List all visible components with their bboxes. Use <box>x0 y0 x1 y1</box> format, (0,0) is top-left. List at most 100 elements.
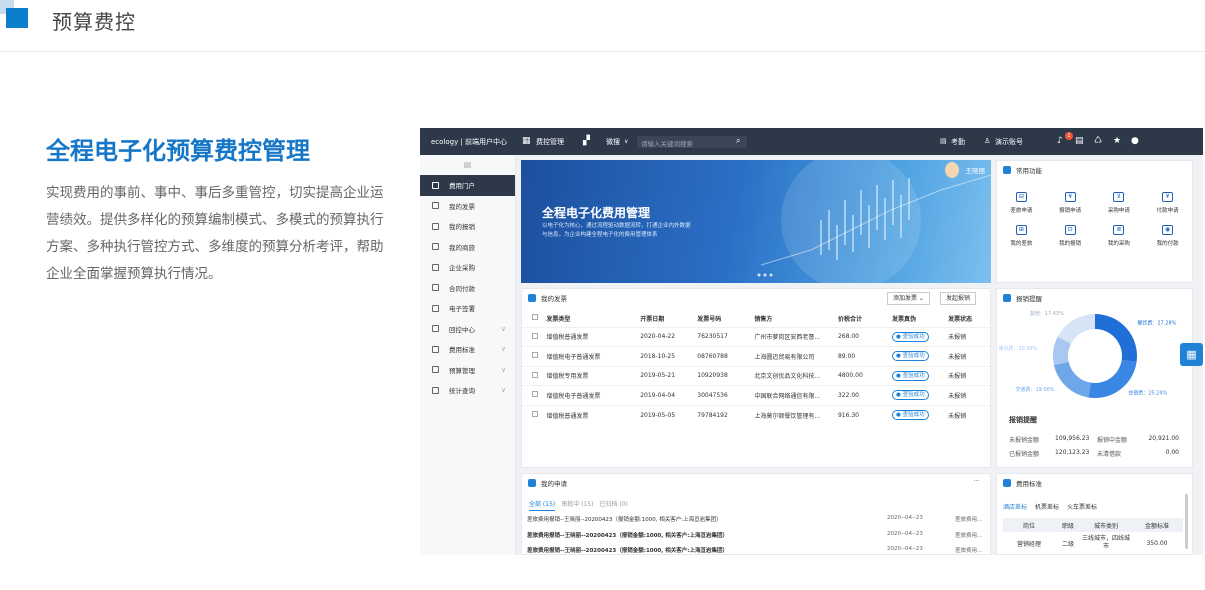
table-row[interactable]: 增值税电子普通发票 2019-04-04 30047536 中国联合网络通信有限...… <box>522 385 990 405</box>
tab[interactable]: 机票差标 <box>1035 504 1059 511</box>
add-invoice-button[interactable]: 添加发票 ⌄ <box>887 292 930 305</box>
status-badge: ● 查验成功 <box>892 351 929 362</box>
quick-function-item[interactable]: ¥ 报销申请 <box>1046 192 1095 214</box>
bell-icon[interactable]: ♪ <box>1057 136 1063 146</box>
sidebar-item[interactable]: 企业采购 <box>420 257 515 278</box>
card-title: 我的发票 <box>541 294 567 303</box>
table-cell: 268.00 <box>833 326 888 347</box>
doc-icon <box>432 181 439 189</box>
table-row[interactable]: 增值税普通发票 2020-04-22 76230517 广州市萝岗区安西老督... 26… <box>522 326 990 347</box>
menu-toggle-icon[interactable]: ▤ <box>420 155 515 175</box>
table-cell: 2019-05-05 <box>636 404 694 425</box>
tab[interactable]: 全部 (15) <box>529 501 556 511</box>
chevron-down-icon: ∨ <box>500 324 506 333</box>
tab[interactable]: 酒店差标 <box>1003 504 1027 511</box>
attendance-link[interactable]: 考勤 <box>951 137 965 147</box>
sidebar-item[interactable]: 统计查询 ∨ <box>420 380 515 401</box>
start-reimburse-button[interactable]: 发起报销 <box>940 292 977 305</box>
quick-function-item[interactable]: ◉ 我的付款 <box>1143 225 1192 247</box>
table-cell: 2019-05-21 <box>636 365 694 386</box>
status-badge: ● 查验成功 <box>892 410 929 420</box>
row-checkbox[interactable] <box>522 346 543 366</box>
sidebar-item[interactable]: 我的发票 <box>420 196 515 217</box>
sidebar-item[interactable]: 合同付款 <box>420 278 515 299</box>
quick-function-item[interactable]: ≣ 我的采购 <box>1095 225 1144 247</box>
list-item[interactable]: 差旅费用报销--王晓丽--20200423（报销金额:1000, 相关客户:上海… <box>527 531 987 539</box>
table-row[interactable]: 增值税电子普通发票 2018-10-25 08760788 上海圆迈贸易有限公司 89.… <box>522 346 990 366</box>
chevron-down-icon: ∨ <box>500 365 506 374</box>
column-header: 金额标准 <box>1130 518 1183 532</box>
purchase-icon: ≣ <box>1113 225 1125 235</box>
refresh-icon[interactable]: ♺ <box>1094 136 1102 146</box>
scrollbar[interactable] <box>1185 494 1188 549</box>
column-header: 发票真伪 <box>892 315 917 323</box>
quick-function-label: 采购申请 <box>1107 208 1130 214</box>
sidebar-item[interactable]: 电子签署 <box>420 298 515 319</box>
calendar-icon[interactable]: ▤ <box>940 137 947 145</box>
tab[interactable]: 火车票差标 <box>1067 504 1097 511</box>
application-status: 差旅费用... <box>955 532 983 539</box>
quick-function-label: 我的付款 <box>1156 241 1179 247</box>
module-switch-icon[interactable]: ▞ <box>583 136 590 146</box>
sidebar-item[interactable]: 我的报销 <box>420 216 515 237</box>
row-checkbox[interactable] <box>522 326 543 347</box>
donut-slice[interactable] <box>1057 314 1095 344</box>
tab[interactable]: 审批中 (15) <box>561 501 593 508</box>
list-item[interactable]: 差旅费用报销--王晓丽--20200423（报销金额:1000, 相关客户:上海… <box>527 515 987 523</box>
sidebar-item[interactable]: 预算管理 ∨ <box>420 360 515 381</box>
table-row[interactable]: 增值税专用发票 2019-05-21 10920938 北京文创优品文化科技... 48… <box>522 365 990 386</box>
search-input[interactable]: 请输入关键词搜索 <box>637 136 747 148</box>
sidebar-item[interactable]: 回控中心 ∨ <box>420 319 515 340</box>
quick-function-item[interactable]: ⊡ 我的报销 <box>1046 225 1095 247</box>
sidebar-item[interactable]: 费用门户 <box>420 175 515 196</box>
search-icon[interactable]: ⌕ <box>736 136 740 146</box>
sidebar-item[interactable]: 费用标准 ∨ <box>420 339 515 360</box>
stat-row: 已报销金额 120,123.23 未清借款 0.00 <box>1009 449 1179 458</box>
row-checkbox[interactable] <box>522 385 543 405</box>
brand[interactable]: ecology | 前端用户中心 <box>431 137 507 147</box>
donut-slice[interactable] <box>1095 314 1137 362</box>
chevron-down-icon[interactable]: ∨ <box>624 138 628 145</box>
section-header: 预算费控 <box>0 0 1205 52</box>
list-item[interactable]: 差旅费用报销--王晓丽--20200423（报销金额:1000, 相关客户:上海… <box>527 546 987 554</box>
table-cell: 广州市萝岗区安西老督... <box>750 326 834 347</box>
quick-function-item[interactable]: ⊻ 采购申请 <box>1095 192 1144 214</box>
row-checkbox[interactable] <box>522 404 543 425</box>
table-cell: 76230517 <box>693 326 751 347</box>
more-button[interactable]: ··· <box>973 477 980 485</box>
stat-label: 已报销金额 <box>1009 451 1040 458</box>
sidebar-item-label: 我的商旅 <box>449 243 475 252</box>
account-name[interactable]: 演示账号 <box>995 137 1023 147</box>
payment-icon: ¥ <box>1162 192 1174 202</box>
row-checkbox[interactable] <box>522 365 543 386</box>
message-icon[interactable]: ▤ <box>1075 136 1084 146</box>
select-all-checkbox[interactable] <box>522 310 542 327</box>
quick-function-item[interactable]: ⊟ 差旅申请 <box>997 192 1046 214</box>
sidebar-item-label: 电子签署 <box>449 305 475 314</box>
column-header: 职级 <box>1054 518 1081 532</box>
star-icon[interactable]: ★ <box>1113 136 1121 146</box>
table-row[interactable]: 营销经理 二级 三线城市，四线城市 350.00 <box>1003 532 1183 554</box>
user-icon[interactable]: ♙ <box>984 137 990 145</box>
quick-function-item[interactable]: ⊞ 我的差旅 <box>997 225 1046 247</box>
grid-float-button[interactable]: ▦ <box>1180 343 1203 366</box>
quick-function-label: 差旅申请 <box>1010 208 1033 214</box>
donut-slice[interactable] <box>1053 361 1091 398</box>
apps-grid-icon[interactable]: ▦ <box>522 136 531 146</box>
avatar <box>945 162 959 178</box>
module-name[interactable]: 费控管理 <box>536 137 564 147</box>
status-badge: ● 查验成功 <box>892 370 929 381</box>
tab[interactable]: 已归档 (0) <box>599 501 627 508</box>
quick-function-label: 我的报销 <box>1059 241 1082 247</box>
search-scope[interactable]: 微搜 <box>606 137 620 147</box>
table-row[interactable]: 增值税普通发票 2019-05-05 79784192 上海莫尔顿餐饮管理有... 91… <box>522 404 990 425</box>
table-cell: 营销经理 <box>1016 540 1041 548</box>
card-title: 常用功能 <box>1016 166 1042 175</box>
column-header: 岗位 <box>1003 518 1055 532</box>
stat-label: 未报销金额 <box>1009 437 1040 444</box>
quick-function-item[interactable]: ¥ 付款申请 <box>1143 192 1192 214</box>
sidebar-item-label: 回控中心 <box>449 325 475 334</box>
more-icon[interactable]: ● <box>1131 136 1139 146</box>
table-cell: 2020-04-22 <box>636 326 694 347</box>
sidebar-item[interactable]: 我的商旅 <box>420 237 515 258</box>
